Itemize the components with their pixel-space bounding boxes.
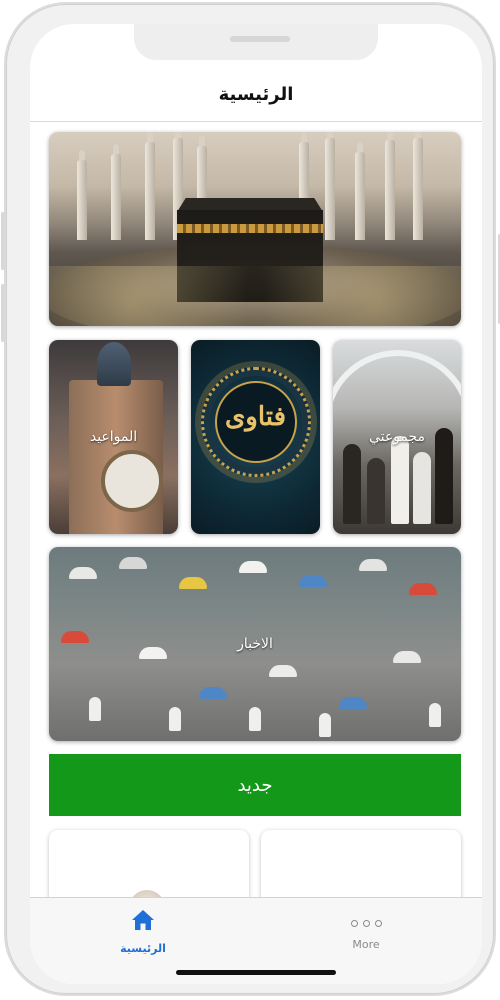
list-card[interactable]: [49, 830, 249, 897]
umbrella: [393, 651, 421, 663]
minaret: [325, 132, 335, 240]
hero-banner[interactable]: [49, 132, 461, 326]
volume-down-button: [1, 284, 5, 342]
volume-up-button: [1, 212, 5, 270]
ellipsis-icon: [350, 914, 382, 932]
pilgrim-figure: [367, 458, 385, 524]
umbrella: [239, 561, 267, 573]
list-card[interactable]: [261, 830, 461, 897]
umbrella: [339, 697, 367, 709]
tab-more-label: More: [352, 938, 380, 951]
pilgrim-figure: [413, 452, 431, 524]
arch-canopy: [333, 350, 461, 440]
minaret: [77, 150, 87, 240]
pilgrim-figure: [391, 436, 409, 524]
tile-my-group[interactable]: مجموعتي: [333, 340, 461, 534]
minaret: [355, 142, 365, 240]
umbrella: [199, 687, 227, 699]
tile-label-appointments: المواعيد: [89, 429, 138, 445]
tab-more[interactable]: More: [306, 908, 426, 951]
umbrella: [179, 577, 207, 589]
tab-home-label: الرئيسية: [120, 942, 166, 955]
umbrella: [69, 567, 97, 579]
umbrella: [409, 583, 437, 595]
tile-label-my-group: مجموعتي: [368, 429, 426, 445]
minaret: [413, 132, 423, 240]
tile-label-news: الاخبار: [237, 636, 273, 652]
tab-home[interactable]: الرئيسية: [83, 908, 203, 955]
umbrella: [359, 559, 387, 571]
pilgrim-figure: [89, 697, 101, 721]
umbrella: [119, 557, 147, 569]
clock-tower-illustration: [69, 380, 163, 534]
fatawa-logo-text: فتاوى: [224, 402, 287, 432]
clock-face: [101, 450, 163, 512]
page-title: الرئيسية: [218, 84, 294, 105]
navigation-bar: الرئيسية: [30, 80, 482, 122]
new-button[interactable]: جديد: [49, 754, 461, 816]
tower-spire: [97, 342, 131, 386]
house-icon: [132, 910, 154, 930]
pilgrim-figure: [429, 703, 441, 727]
pilgrim-figure: [319, 713, 331, 737]
courtyard-lights: [49, 266, 461, 326]
minaret: [111, 144, 121, 240]
tile-fatawa[interactable]: فتاوى: [191, 340, 320, 534]
umbrella: [269, 665, 297, 677]
minaret: [385, 132, 395, 240]
screen: الرئيسية المواعيد فتاوى مجموعتي الاخبار …: [30, 24, 482, 984]
avatar: [129, 890, 165, 897]
notch: [134, 24, 378, 60]
pilgrim-figure: [249, 707, 261, 731]
speaker-grille: [230, 36, 290, 42]
minaret: [145, 132, 155, 240]
home-indicator[interactable]: [176, 970, 336, 975]
tile-news[interactable]: الاخبار: [49, 547, 461, 741]
tile-appointments[interactable]: المواعيد: [49, 340, 178, 534]
device-frame: الرئيسية المواعيد فتاوى مجموعتي الاخبار …: [1, 2, 500, 996]
umbrella: [299, 575, 327, 587]
pilgrim-figure: [169, 707, 181, 731]
main-content[interactable]: المواعيد فتاوى مجموعتي الاخبار جديد: [30, 122, 482, 897]
pilgrim-figure: [343, 444, 361, 524]
